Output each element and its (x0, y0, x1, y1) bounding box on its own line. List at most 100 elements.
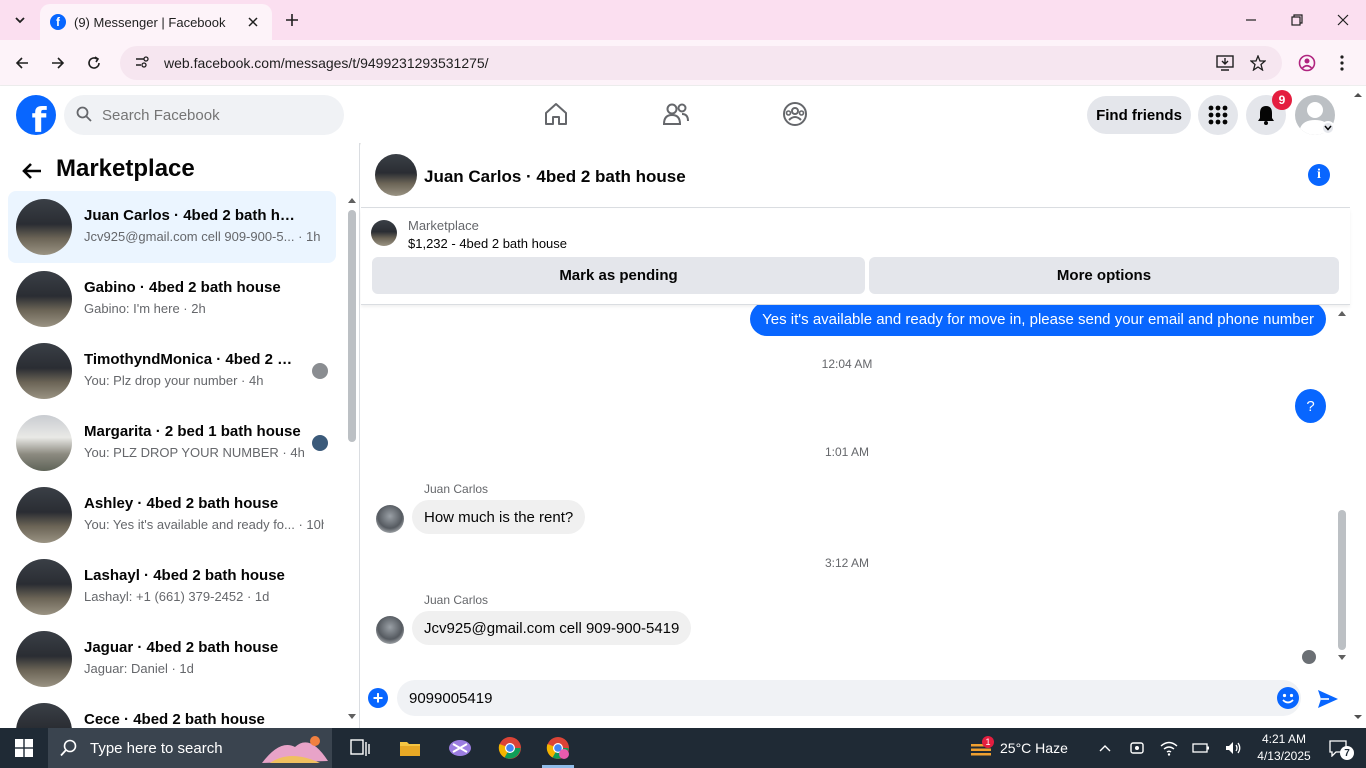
chrome-profile-window-icon[interactable] (534, 728, 582, 768)
search-icon (76, 106, 92, 125)
weather-text[interactable]: 25°C Haze (1000, 728, 1076, 768)
groups-icon[interactable] (777, 98, 813, 130)
bookmark-star-icon[interactable] (1247, 52, 1269, 74)
windows-start-icon[interactable] (0, 728, 48, 768)
outgoing-message[interactable]: Yes it's available and ready for move in… (750, 305, 1326, 336)
reload-icon[interactable] (79, 48, 109, 78)
conversation-item[interactable]: Juan Carlos · 4bed 2 bath house Jcv925@g… (8, 191, 336, 263)
message-composer: + (361, 670, 1350, 728)
battery-icon[interactable] (1190, 728, 1212, 768)
back-icon[interactable] (7, 48, 37, 78)
meet-now-icon[interactable] (1126, 728, 1148, 768)
browser-tab[interactable]: f (9) Messenger | Facebook (40, 4, 272, 40)
clock-date: 4/13/2025 (1257, 749, 1311, 763)
taskbar-search-icon (60, 739, 77, 757)
conversation-item[interactable]: Ashley · 4bed 2 bath house You: Yes it's… (8, 479, 336, 551)
chat-avatar[interactable] (375, 154, 417, 196)
listing-banner: Marketplace $1,232 - 4bed 2 bath house M… (361, 209, 1350, 305)
account-chevron-icon[interactable] (1321, 121, 1335, 135)
conversation-item[interactable]: TimothyndMonica · 4bed 2 ba... You: Plz … (8, 335, 336, 407)
search-input[interactable] (102, 106, 322, 124)
sender-avatar[interactable] (376, 505, 404, 533)
sidebar-scrollbar[interactable] (346, 193, 356, 723)
emoji-icon[interactable] (1277, 687, 1299, 709)
restore-icon[interactable] (1274, 0, 1320, 40)
task-view-icon[interactable] (336, 728, 384, 768)
listing-category: Marketplace (408, 218, 479, 233)
taskbar-clock[interactable]: 4:21 AM 4/13/2025 (1252, 731, 1316, 765)
listing-thumbnail (16, 271, 72, 327)
wifi-icon[interactable] (1158, 728, 1180, 768)
taskbar-search[interactable]: Type here to search (48, 728, 332, 768)
back-arrow-icon[interactable] (18, 157, 46, 185)
tab-search-chevron-icon[interactable] (8, 8, 32, 32)
conversation-name: Lashayl · 4bed 2 bath house (84, 567, 285, 584)
menu-grid-icon[interactable] (1198, 95, 1238, 135)
outgoing-message[interactable]: ? (1295, 389, 1326, 423)
clock-time: 4:21 AM (1261, 732, 1307, 746)
tab-close-icon[interactable] (244, 13, 262, 31)
info-icon[interactable]: i (1308, 164, 1330, 186)
facebook-search[interactable] (64, 95, 344, 135)
chrome-profile-icon[interactable] (1296, 52, 1318, 74)
new-tab-plus-icon[interactable] (280, 8, 304, 32)
conversation-item[interactable]: Margarita · 2 bed 1 bath house You: PLZ … (8, 407, 336, 479)
message-input[interactable] (397, 680, 1301, 716)
add-attachment-plus-icon[interactable]: + (368, 688, 388, 708)
incoming-message[interactable]: How much is the rent? (412, 500, 586, 534)
forward-icon[interactable] (43, 48, 73, 78)
site-info-icon[interactable] (134, 54, 150, 73)
sidebar-scroll-thumb[interactable] (348, 210, 356, 442)
conversation-name: TimothyndMonica · 4bed 2 ba... (84, 351, 299, 368)
chat-scrollbar[interactable] (1336, 305, 1348, 667)
conversation-preview: You: Plz drop your number · 4h (84, 373, 264, 388)
file-explorer-icon[interactable] (386, 728, 434, 768)
timestamp: 1:01 AM (824, 445, 870, 459)
conversation-item[interactable]: Gabino · 4bed 2 bath house Gabino: I'm h… (8, 263, 336, 335)
notification-center-icon[interactable]: 7 (1320, 728, 1356, 768)
listing-thumbnail (16, 487, 72, 543)
conversation-preview: Jaguar: Daniel · 1d (84, 661, 194, 676)
weather-icon[interactable]: 1 (966, 728, 996, 768)
browser-tab-bar: f (9) Messenger | Facebook (0, 0, 1366, 40)
install-app-icon[interactable] (1214, 52, 1236, 74)
volume-icon[interactable] (1222, 728, 1244, 768)
conversation-item[interactable]: Lashayl · 4bed 2 bath house Lashayl: +1 … (8, 551, 336, 623)
conversation-item[interactable]: Cece · 4bed 2 bath house (8, 695, 336, 728)
page-scrollbar[interactable] (1350, 86, 1366, 728)
notification-count-badge: 9 (1272, 90, 1292, 110)
close-window-icon[interactable] (1320, 0, 1366, 40)
browser-menu-icon[interactable] (1331, 52, 1353, 74)
show-hidden-icons-chevron-icon[interactable] (1094, 728, 1116, 768)
listing-thumbnail (16, 631, 72, 687)
mark-as-pending-button[interactable]: Mark as pending (372, 257, 865, 294)
url-text[interactable]: web.facebook.com/messages/t/949923129353… (164, 55, 489, 71)
message-list: Yes it's available and ready for move in… (361, 305, 1350, 670)
marketplace-sidebar: Marketplace Juan Carlos · 4bed 2 bath ho… (0, 143, 360, 728)
listing-thumbnail[interactable] (371, 220, 397, 246)
find-friends-button[interactable]: Find friends (1087, 96, 1191, 134)
chrome-icon[interactable] (486, 728, 534, 768)
conversation-preview: You: PLZ DROP YOUR NUMBER · 4h (84, 445, 305, 460)
tab-title: (9) Messenger | Facebook (74, 14, 226, 30)
home-icon[interactable] (538, 98, 574, 130)
incoming-message[interactable]: Jcv925@gmail.com cell 909-900-5419 (412, 611, 692, 645)
listing-thumbnail (16, 703, 72, 728)
address-bar-row: web.facebook.com/messages/t/949923129353… (0, 40, 1366, 86)
sender-avatar[interactable] (376, 616, 404, 644)
weather-badge: 1 (982, 736, 994, 748)
facebook-logo-icon[interactable]: f (16, 95, 56, 135)
chat-scroll-thumb[interactable] (1338, 510, 1346, 650)
conversation-name: Margarita · 2 bed 1 bath house (84, 423, 301, 440)
omnibox[interactable]: web.facebook.com/messages/t/949923129353… (120, 46, 1282, 80)
chat-title[interactable]: Juan Carlos · 4bed 2 bath house (424, 167, 686, 187)
minimize-icon[interactable] (1228, 0, 1274, 40)
snipping-tool-icon[interactable] (436, 728, 484, 768)
more-options-button[interactable]: More options (869, 257, 1339, 294)
listing-price[interactable]: $1,232 - 4bed 2 bath house (408, 236, 567, 251)
conversation-item[interactable]: Jaguar · 4bed 2 bath house Jaguar: Danie… (8, 623, 336, 695)
send-icon[interactable] (1316, 687, 1340, 711)
friends-icon[interactable] (658, 98, 694, 130)
facebook-favicon-icon: f (50, 14, 66, 30)
timestamp: 12:04 AM (821, 357, 873, 371)
